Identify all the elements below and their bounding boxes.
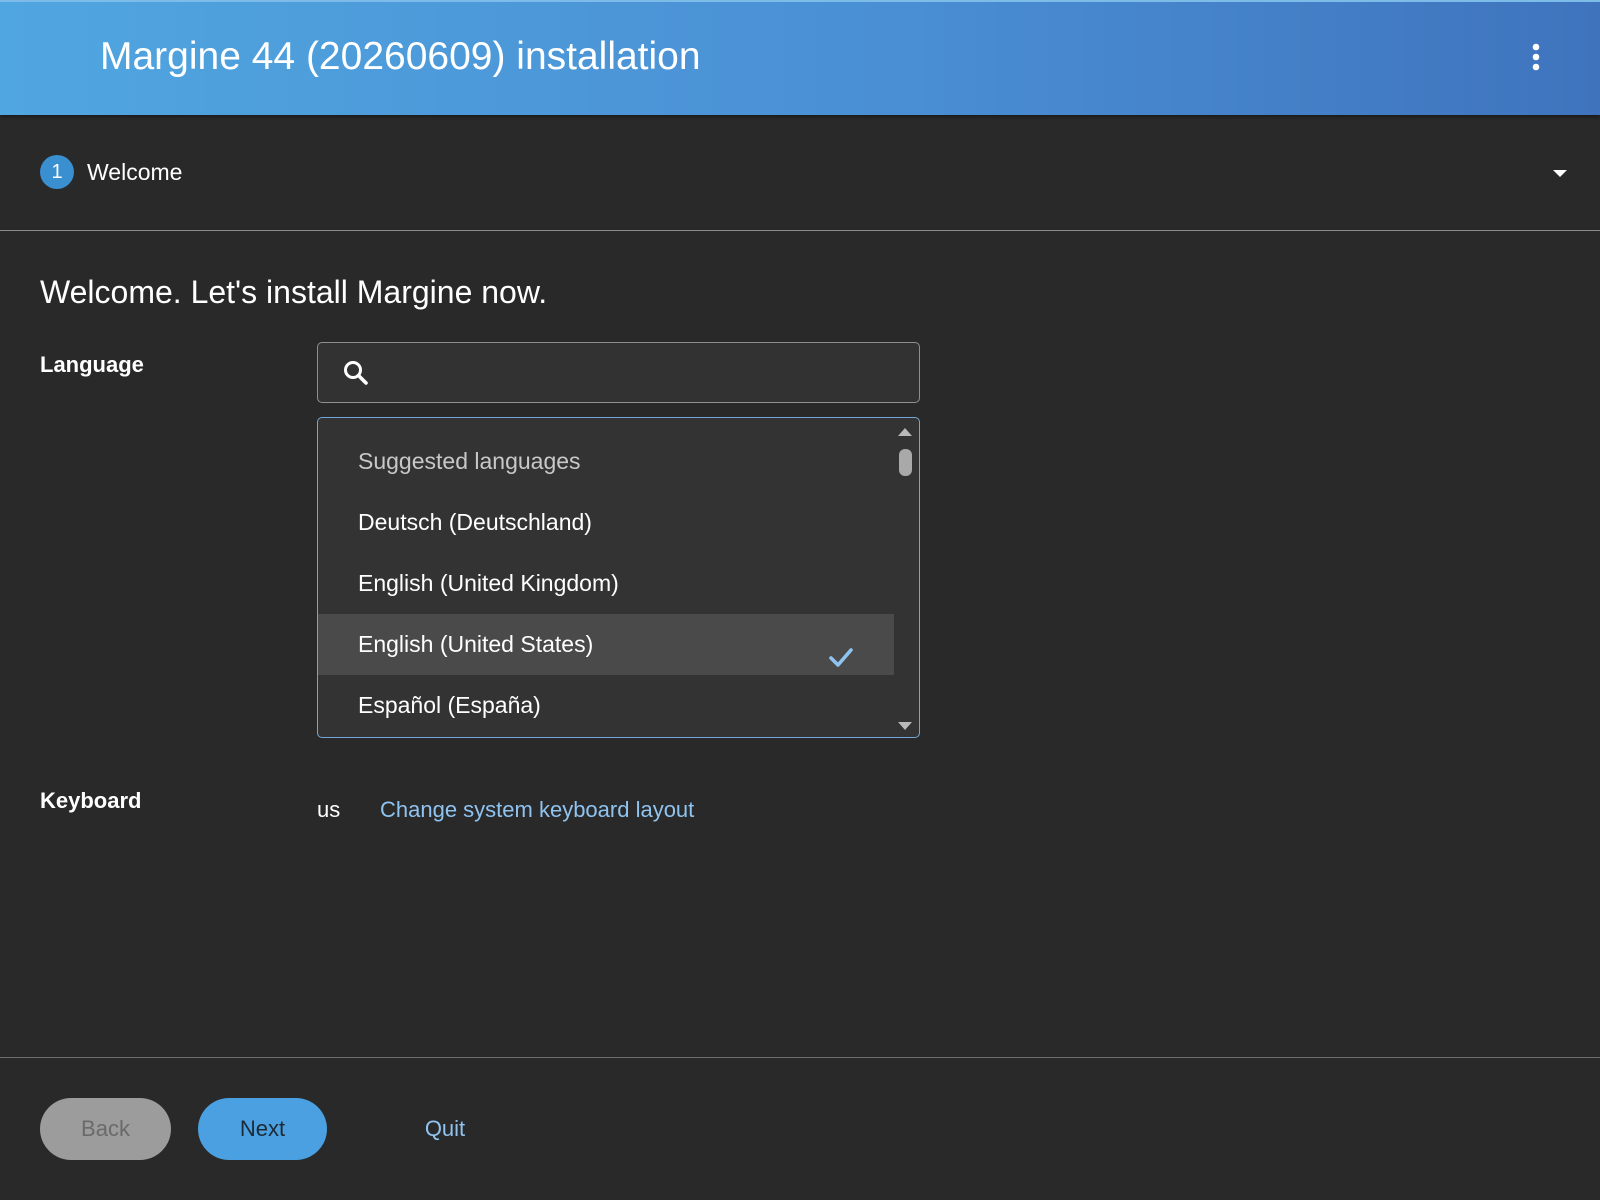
language-option[interactable]: Deutsch (Deutschland) bbox=[318, 492, 894, 553]
step-indicator-bar: 1 Welcome bbox=[0, 115, 1600, 231]
next-button[interactable]: Next bbox=[198, 1098, 327, 1160]
keyboard-layout-value: us bbox=[317, 797, 341, 822]
change-keyboard-layout-link[interactable]: Change system keyboard layout bbox=[380, 795, 694, 825]
search-icon bbox=[342, 359, 370, 387]
quit-button[interactable]: Quit bbox=[400, 1098, 490, 1160]
language-option[interactable]: English (United Kingdom) bbox=[318, 553, 894, 614]
caret-down-icon[interactable] bbox=[1546, 160, 1574, 188]
scroll-up-arrow-icon[interactable] bbox=[898, 424, 912, 436]
language-search-box[interactable] bbox=[317, 342, 920, 403]
language-search-input[interactable] bbox=[384, 353, 908, 395]
language-option-selected[interactable]: English (United States) bbox=[318, 614, 894, 675]
app-header: Margine 44 (20260609) installation bbox=[0, 0, 1600, 115]
step-label: Welcome bbox=[87, 159, 183, 185]
scrollbar-thumb[interactable] bbox=[899, 449, 912, 476]
keyboard-label: Keyboard bbox=[40, 788, 142, 813]
language-list[interactable]: Suggested languages Deutsch (Deutschland… bbox=[317, 417, 920, 738]
language-label: Language bbox=[40, 352, 144, 377]
language-option[interactable]: Español (España) bbox=[318, 675, 894, 736]
step-number-badge: 1 bbox=[40, 155, 74, 189]
footer-divider bbox=[0, 1057, 1600, 1058]
kebab-menu-icon[interactable] bbox=[1520, 40, 1552, 76]
checkmark-icon bbox=[828, 632, 854, 667]
scroll-down-arrow-icon[interactable] bbox=[898, 718, 912, 730]
list-group-header: Suggested languages bbox=[358, 448, 581, 474]
window-title: Margine 44 (20260609) installation bbox=[100, 35, 701, 78]
language-option-label: English (United States) bbox=[358, 631, 594, 657]
page-title: Welcome. Let's install Margine now. bbox=[40, 274, 548, 310]
back-button[interactable]: Back bbox=[40, 1098, 171, 1160]
